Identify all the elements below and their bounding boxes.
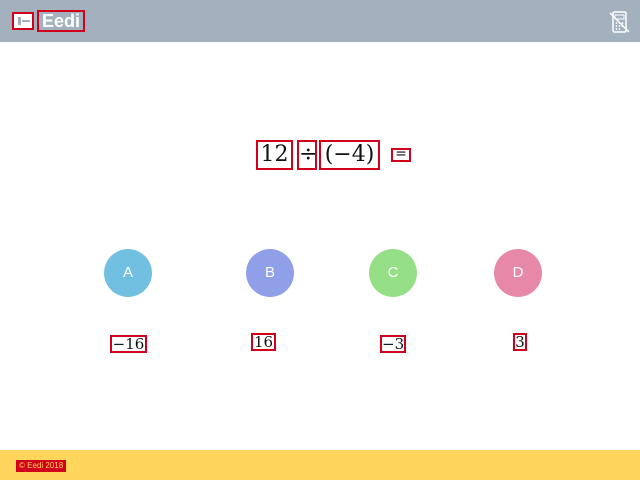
copyright-text: © Eedi 2018 <box>16 460 67 472</box>
question-expression: 12 ÷ (−4) = <box>0 140 640 172</box>
question-dividend: 12 <box>256 140 293 170</box>
eedi-logo-icon <box>12 12 34 30</box>
option-d-answer: 3 <box>513 333 527 351</box>
division-sign: ÷ <box>297 140 317 170</box>
option-c-answer: −3 <box>380 335 406 353</box>
option-a-answer: −16 <box>110 335 147 353</box>
footer-bar: © Eedi 2018 <box>0 450 640 480</box>
option-a-button[interactable]: A <box>104 249 152 297</box>
header-bar: Eedi <box>0 0 640 42</box>
option-b-button[interactable]: B <box>246 249 294 297</box>
question-divisor: (−4) <box>319 140 380 170</box>
brand-name: Eedi <box>37 10 86 32</box>
option-d-button[interactable]: D <box>494 249 542 297</box>
equals-sign: = <box>391 147 411 162</box>
option-c-button[interactable]: C <box>369 249 417 297</box>
calculator-disabled-icon <box>609 11 630 33</box>
option-b-answer: 16 <box>251 333 276 351</box>
